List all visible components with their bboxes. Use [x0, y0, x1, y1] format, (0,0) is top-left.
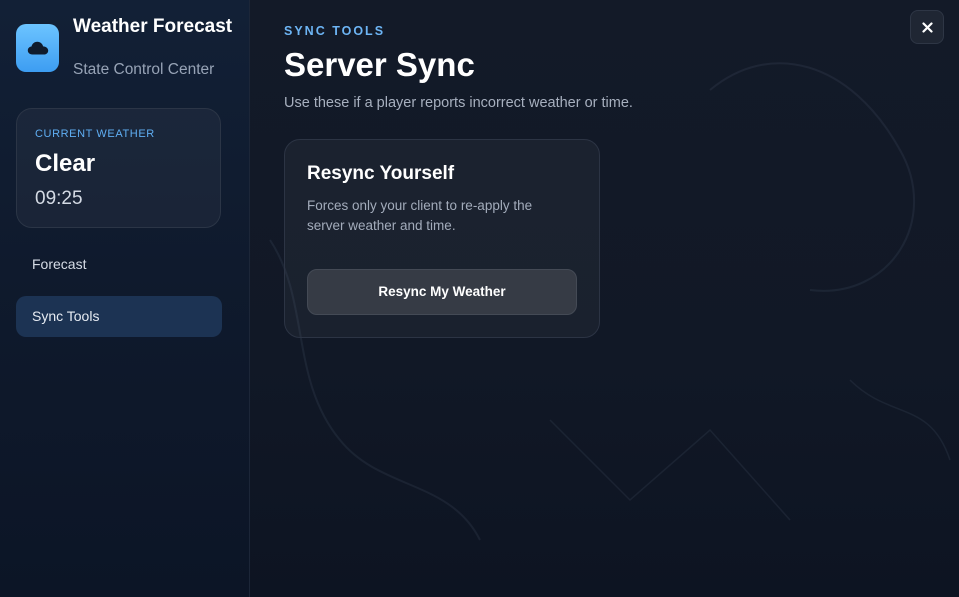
cloud-icon: [27, 41, 48, 55]
close-button[interactable]: [910, 10, 944, 44]
sidebar: Weather Forecast State Control Center CU…: [0, 0, 250, 597]
brand-subtitle: State Control Center: [73, 61, 215, 78]
page-title: Server Sync: [284, 46, 475, 83]
brand-title: Weather Forecast: [73, 16, 233, 37]
current-weather-card: CURRENT WEATHER Clear 09:25: [16, 108, 221, 228]
current-weather-condition: Clear: [35, 150, 96, 177]
resync-card-title: Resync Yourself: [307, 163, 455, 184]
main-panel: SYNC TOOLS Server Sync Use these if a pl…: [250, 0, 959, 597]
nav-item-forecast[interactable]: Forecast: [16, 244, 222, 285]
resync-yourself-card: Resync Yourself Forces only your client …: [284, 139, 600, 338]
close-icon: [921, 21, 933, 33]
current-weather-time: 09:25: [35, 188, 83, 209]
resync-my-weather-button[interactable]: Resync My Weather: [307, 269, 577, 315]
brand-logo: [16, 24, 59, 72]
page-description: Use these if a player reports incorrect …: [284, 95, 633, 111]
resync-card-description: Forces only your client to re-apply the …: [307, 198, 533, 233]
section-eyebrow: SYNC TOOLS: [284, 24, 386, 38]
nav-item-sync-tools[interactable]: Sync Tools: [16, 296, 222, 337]
current-weather-label: CURRENT WEATHER: [35, 128, 155, 140]
weather-app-window: Weather Forecast State Control Center CU…: [0, 0, 959, 597]
